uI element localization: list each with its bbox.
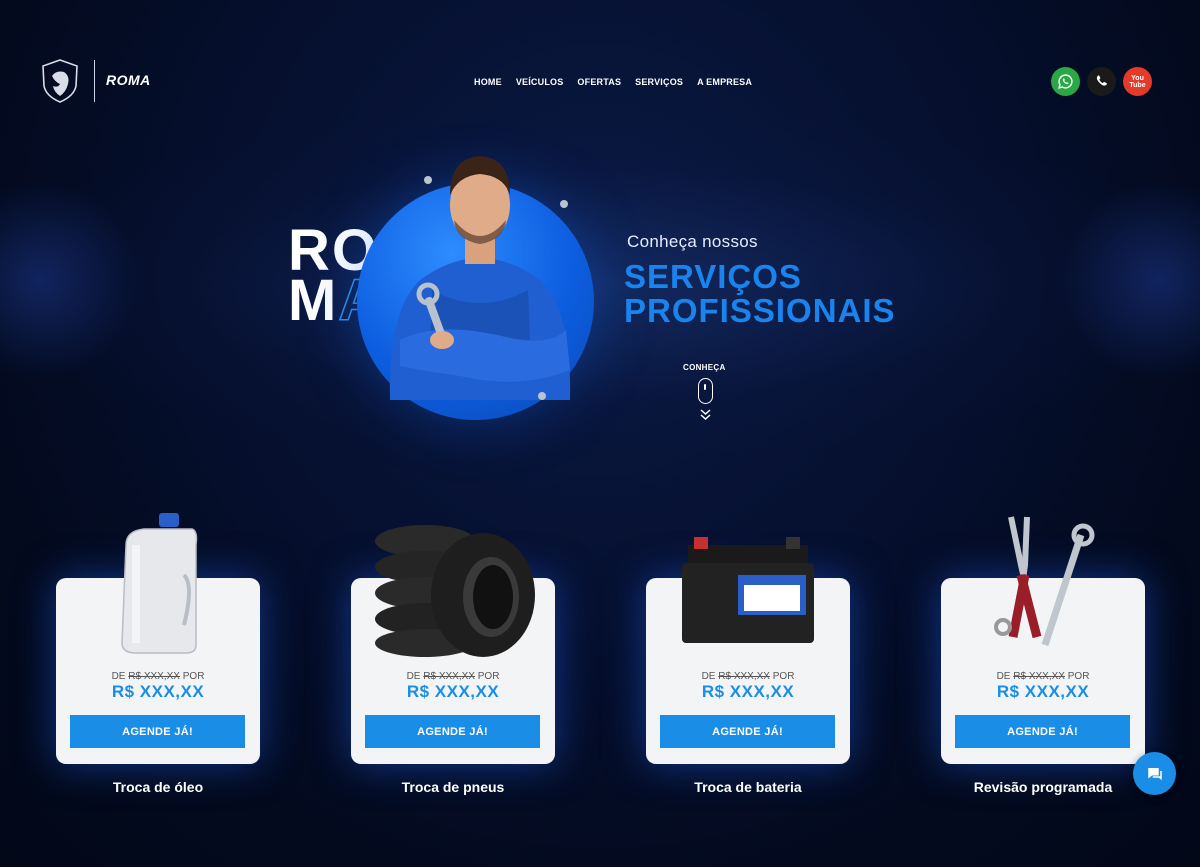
price-mid: POR	[1067, 671, 1090, 682]
floating-bolt	[560, 200, 568, 208]
chat-button[interactable]	[1133, 752, 1176, 795]
price-old-value: R$ XXX,XX	[128, 671, 180, 682]
price-old: DE R$ XXX,XX POR	[646, 671, 850, 682]
tires-icon	[375, 525, 535, 657]
service-label: Troca de pneus	[401, 779, 505, 795]
youtube-label-top: You	[1131, 74, 1144, 82]
logo-divider	[94, 60, 95, 102]
price-old: DE R$ XXX,XX POR	[351, 671, 555, 682]
price-mid: POR	[772, 671, 795, 682]
peugeot-lion-logo-icon[interactable]	[40, 58, 80, 104]
tools-icon	[994, 516, 1095, 647]
phone-icon[interactable]	[1087, 67, 1116, 96]
price-prefix: DE	[111, 671, 126, 682]
price-old-value: R$ XXX,XX	[1013, 671, 1065, 682]
price-mid: POR	[182, 671, 205, 682]
price-old: DE R$ XXX,XX POR	[56, 671, 260, 682]
schedule-button[interactable]: AGENDE JÁ!	[365, 715, 540, 748]
scroll-label[interactable]: CONHEÇA	[683, 363, 726, 372]
price-prefix: DE	[701, 671, 716, 682]
nav-ofertas[interactable]: OFERTAS	[577, 77, 621, 87]
mouse-scroll-icon[interactable]	[698, 378, 713, 404]
hero-subtitle: Conheça nossos	[627, 232, 758, 251]
price-old-value: R$ XXX,XX	[423, 671, 475, 682]
nav-servicos[interactable]: SERVIÇOS	[635, 77, 683, 87]
floating-bolt	[424, 176, 432, 184]
youtube-icon[interactable]: You Tube	[1123, 67, 1152, 96]
roma-line2: M	[288, 268, 339, 333]
price-prefix: DE	[406, 671, 421, 682]
mechanic-photo	[389, 156, 571, 400]
brand-name[interactable]: ROMA	[106, 72, 151, 88]
price-new: R$ XXX,XX	[996, 682, 1090, 701]
price-old: DE R$ XXX,XX POR	[941, 671, 1145, 682]
hero-background	[0, 120, 1200, 450]
price-new: R$ XXX,XX	[701, 682, 795, 701]
nav-veiculos[interactable]: VEÍCULOS	[516, 77, 564, 87]
price-new: R$ XXX,XX	[406, 682, 500, 701]
hero-title: SERVIÇOS PROFISSIONAIS	[624, 260, 896, 328]
main-nav: HOME VEÍCULOS OFERTAS SERVIÇOS A EMPRESA	[474, 77, 752, 87]
battery-icon	[682, 537, 814, 643]
service-label: Troca de bateria	[694, 779, 802, 795]
service-label: Revisão programada	[973, 779, 1113, 795]
price-mid: POR	[477, 671, 500, 682]
nav-a-empresa[interactable]: A EMPRESA	[697, 77, 752, 87]
youtube-label-bottom: Tube	[1129, 81, 1146, 89]
schedule-button[interactable]: AGENDE JÁ!	[660, 715, 835, 748]
price-new: R$ XXX,XX	[111, 682, 205, 701]
price-old-value: R$ XXX,XX	[718, 671, 770, 682]
floating-bolt	[538, 392, 546, 400]
price-prefix: DE	[996, 671, 1011, 682]
hero-title-line2: PROFISSIONAIS	[624, 292, 896, 329]
schedule-button[interactable]: AGENDE JÁ!	[955, 715, 1130, 748]
social-links: You Tube	[1051, 67, 1152, 96]
chevron-down-icon[interactable]	[699, 407, 712, 423]
schedule-button[interactable]: AGENDE JÁ!	[70, 715, 245, 748]
service-label: Troca de óleo	[112, 779, 204, 795]
chat-bubble-icon	[1147, 767, 1162, 780]
whatsapp-icon[interactable]	[1051, 67, 1080, 96]
oil-bottle-icon	[121, 513, 198, 654]
hero-title-line1: SERVIÇOS	[624, 258, 802, 295]
nav-home[interactable]: HOME	[474, 77, 502, 87]
